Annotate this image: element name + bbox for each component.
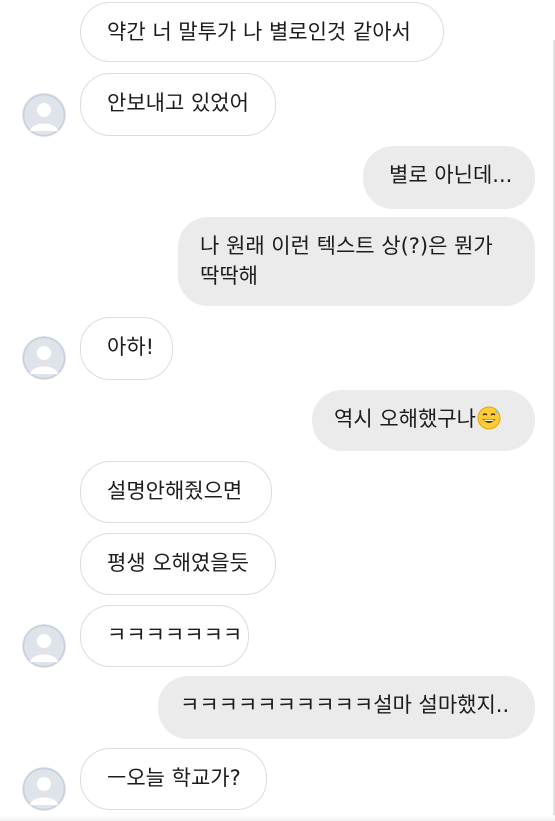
message-text: 약간 너 말투가 나 별로인것 같아서 <box>107 20 411 44</box>
sender-avatar[interactable] <box>22 93 66 137</box>
message-text: 안보내고 있었어 <box>107 91 249 115</box>
incoming-message[interactable]: 약간 너 말투가 나 별로인것 같아서 <box>80 2 444 62</box>
message-text: ㅋㅋㅋㅋㅋㅋㅋㅋㅋㅋ설마 설마했지.. <box>180 693 510 717</box>
message-text: 아하! <box>107 335 155 359</box>
outgoing-message[interactable]: 나 원래 이런 텍스트 상(?)은 뭔가 딱딱해 <box>178 217 535 306</box>
outgoing-message[interactable]: 역시 오해했구나 <box>312 390 535 451</box>
message-text: ㅡ오늘 학교가? <box>107 766 241 790</box>
message-text: 설명안해줬으면 <box>107 479 243 503</box>
incoming-message[interactable]: 안보내고 있었어 <box>80 73 276 136</box>
message-text: ㅋㅋㅋㅋㅋㅋㅋ <box>107 623 243 647</box>
message-text: 역시 오해했구나 <box>334 407 476 431</box>
default-avatar-icon <box>22 93 66 137</box>
incoming-message[interactable]: 평생 오해였을듯 <box>80 533 276 595</box>
incoming-message[interactable]: 아하! <box>80 317 173 380</box>
sender-avatar[interactable] <box>22 624 66 668</box>
default-avatar-icon <box>22 624 66 668</box>
message-text: 나 원래 이런 텍스트 상(?)은 뭔가 딱딱해 <box>200 234 493 288</box>
incoming-message[interactable]: ㅡ오늘 학교가? <box>80 748 267 810</box>
sender-avatar[interactable] <box>22 767 66 811</box>
default-avatar-icon <box>22 336 66 380</box>
message-text: 평생 오해였을듯 <box>107 551 249 575</box>
incoming-message[interactable]: 설명안해줬으면 <box>80 461 272 523</box>
bottom-divider <box>0 815 555 821</box>
message-text: 별로 아닌데... <box>389 163 513 187</box>
outgoing-message[interactable]: ㅋㅋㅋㅋㅋㅋㅋㅋㅋㅋ설마 설마했지.. <box>158 676 535 739</box>
grinning-sweat-emoji-icon <box>477 406 501 438</box>
outgoing-message[interactable]: 별로 아닌데... <box>363 146 535 209</box>
sender-avatar[interactable] <box>22 336 66 380</box>
default-avatar-icon <box>22 767 66 811</box>
incoming-message[interactable]: ㅋㅋㅋㅋㅋㅋㅋ <box>80 605 249 667</box>
chat-thread: 약간 너 말투가 나 별로인것 같아서 안보내고 있었어 별로 아닌데... 나… <box>0 0 555 821</box>
